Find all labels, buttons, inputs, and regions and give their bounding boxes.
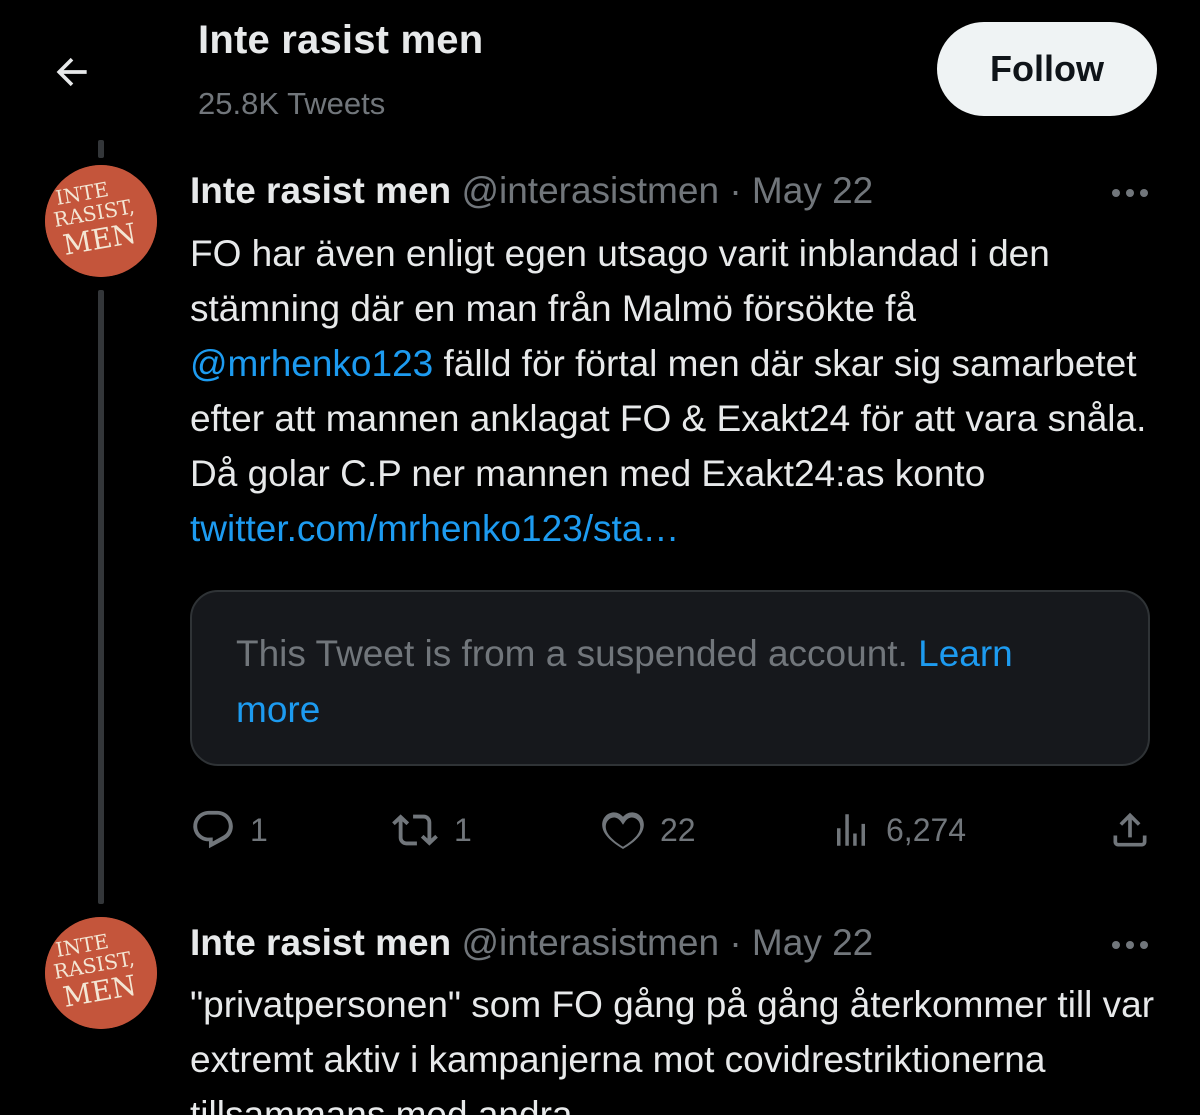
- tweet-date[interactable]: May 22: [752, 922, 873, 963]
- like-count: 22: [660, 811, 696, 848]
- tweet-text: "privatpersonen" som FO gång på gång åte…: [190, 977, 1165, 1115]
- like-button[interactable]: 22: [600, 800, 696, 860]
- suspended-quote-box[interactable]: This Tweet is from a suspended account. …: [190, 590, 1150, 766]
- avatar-logo: INTE RASIST, MEN: [45, 917, 157, 1029]
- avatar-logo: INTE RASIST, MEN: [45, 165, 157, 277]
- more-icon: [1112, 941, 1148, 949]
- more-button[interactable]: [1105, 930, 1155, 960]
- more-button[interactable]: [1105, 178, 1155, 208]
- retweet-count: 1: [454, 811, 472, 848]
- share-button[interactable]: [1108, 800, 1166, 860]
- views-icon: [837, 814, 865, 846]
- avatar[interactable]: INTE RASIST, MEN: [45, 917, 157, 1029]
- retweet-icon: [392, 814, 438, 846]
- like-icon: [602, 812, 644, 849]
- separator-dot: ·: [729, 922, 742, 963]
- profile-thread-page: Inte rasist men 25.8K Tweets Follow INTE…: [0, 0, 1200, 1115]
- back-arrow-icon: [56, 57, 87, 87]
- tweet-text: FO har även enligt egen utsago varit inb…: [190, 226, 1165, 556]
- header: Inte rasist men 25.8K Tweets Follow: [0, 0, 1200, 140]
- tweet-header: Inte rasist men @interasistmen · May 22: [190, 170, 873, 212]
- url-link[interactable]: twitter.com/mrhenko123/sta…: [190, 508, 679, 549]
- tweet-date[interactable]: May 22: [752, 170, 873, 211]
- page-title: Inte rasist men: [198, 18, 484, 62]
- views-button[interactable]: 6,274: [830, 800, 966, 860]
- tweet-count: 25.8K Tweets: [198, 86, 386, 121]
- author-handle[interactable]: @interasistmen: [461, 922, 719, 963]
- author-name[interactable]: Inte rasist men: [190, 922, 451, 963]
- back-button[interactable]: [40, 40, 104, 104]
- tweet-text-part-1: FO har även enligt egen utsago varit inb…: [190, 233, 1050, 329]
- thread-line: [98, 290, 104, 904]
- view-count: 6,274: [886, 811, 967, 848]
- thread-line-top: [98, 140, 104, 158]
- reply-icon: [193, 810, 233, 849]
- mention-link[interactable]: @mrhenko123: [190, 343, 433, 384]
- retweet-button[interactable]: 1: [390, 800, 472, 860]
- more-icon: [1112, 189, 1148, 197]
- separator-dot: ·: [729, 170, 742, 211]
- reply-button[interactable]: 1: [190, 800, 268, 860]
- tweet-text-body: "privatpersonen" som FO gång på gång åte…: [190, 984, 1155, 1115]
- reply-count: 1: [250, 811, 268, 848]
- tweet-actions: 1 1 22 6,274: [190, 800, 1160, 860]
- share-icon: [1113, 812, 1147, 847]
- suspended-notice: This Tweet is from a suspended account.: [236, 633, 919, 674]
- follow-button[interactable]: Follow: [937, 22, 1157, 116]
- author-handle[interactable]: @interasistmen: [461, 170, 719, 211]
- tweet-header: Inte rasist men @interasistmen · May 22: [190, 922, 873, 964]
- avatar[interactable]: INTE RASIST, MEN: [45, 165, 157, 277]
- author-name[interactable]: Inte rasist men: [190, 170, 451, 211]
